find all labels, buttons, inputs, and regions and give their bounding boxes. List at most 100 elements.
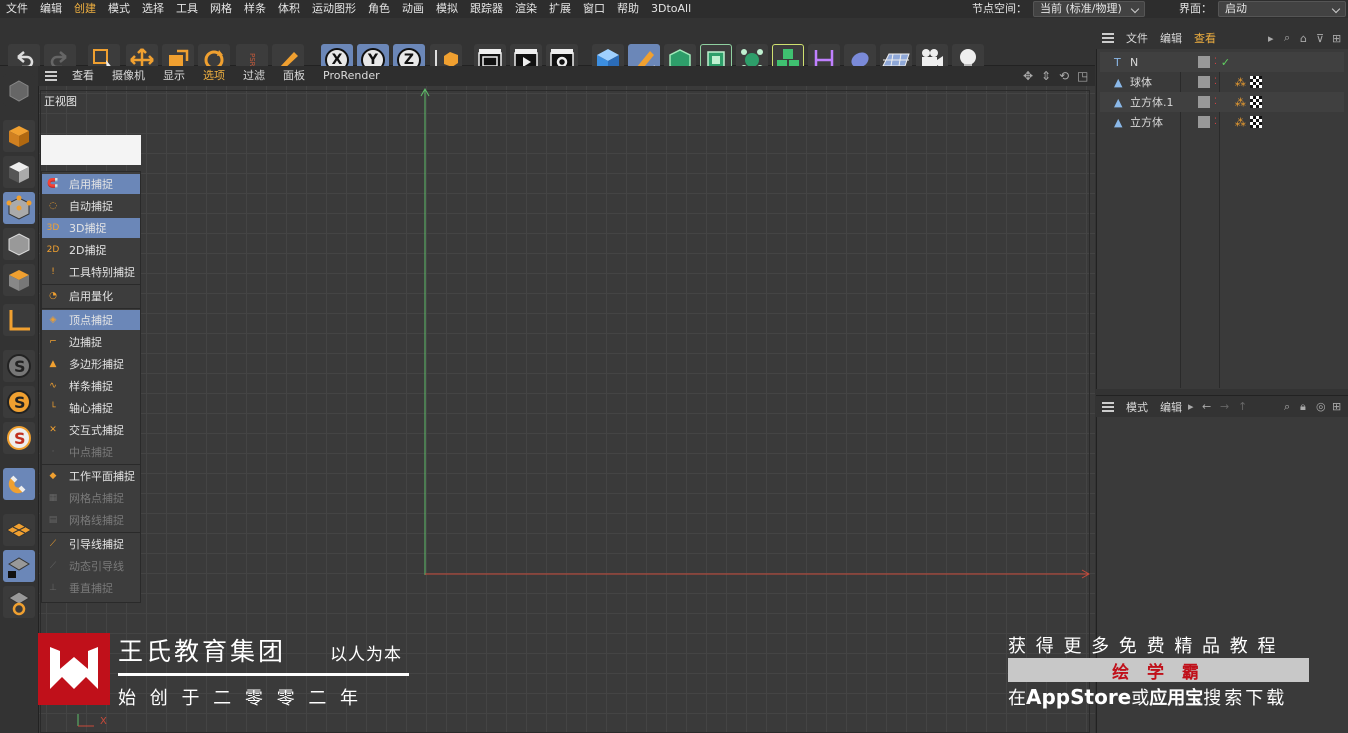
- texture-mode-button[interactable]: [3, 156, 35, 188]
- attribute-tab-mode[interactable]: 模式: [1120, 399, 1154, 415]
- snap-item-perpendicular[interactable]: ⊥ 垂直捕捉: [42, 578, 140, 598]
- snap-item-workplane[interactable]: ◆ 工作平面捕捉: [42, 466, 140, 486]
- menu-select[interactable]: 选择: [136, 0, 170, 18]
- expand-arrow-icon[interactable]: ▸: [1268, 32, 1284, 45]
- snap-toggle-button[interactable]: [3, 468, 35, 500]
- snap-item-edge[interactable]: ⌐ 边捕捉: [42, 332, 140, 352]
- viewport-menu-cameras[interactable]: 摄像机: [103, 66, 154, 86]
- attribute-tab-edit[interactable]: 编辑: [1154, 399, 1188, 415]
- point-mode-button[interactable]: [3, 192, 35, 224]
- material-tag-icon[interactable]: ⁂: [1235, 96, 1246, 109]
- edge-mode-button[interactable]: [3, 228, 35, 260]
- back-arrow-icon[interactable]: ←: [1202, 400, 1220, 413]
- object-row-sphere[interactable]: ▲ 球体 ⁚ ⁂: [1100, 72, 1344, 92]
- viewport-menu-options[interactable]: 选项: [194, 66, 234, 86]
- viewport-menu-filter[interactable]: 过滤: [234, 66, 274, 86]
- viewport-hamburger-icon[interactable]: [45, 71, 63, 81]
- expand-arrow-icon[interactable]: ▸: [1188, 400, 1202, 413]
- visibility-toggle-icon[interactable]: [1198, 56, 1210, 68]
- viewport-maximize-icon[interactable]: ◳: [1077, 69, 1095, 83]
- object-manager-tab-edit[interactable]: 编辑: [1154, 30, 1188, 46]
- snap-item-vertex[interactable]: ◈ 顶点捕捉: [42, 310, 140, 330]
- lock-icon[interactable]: 🔒︎: [1300, 400, 1316, 414]
- snap-item-grid-line[interactable]: ▤ 网格线捕捉: [42, 510, 140, 530]
- node-space-select[interactable]: 当前 (标准/物理): [1033, 1, 1145, 17]
- menu-volume[interactable]: 体积: [272, 0, 306, 18]
- object-row-cube-1[interactable]: ▲ 立方体.1 ⁚ ⁂: [1100, 92, 1344, 112]
- texture-tag-icon[interactable]: [1249, 96, 1262, 108]
- visibility-toggle-icon[interactable]: [1198, 96, 1210, 108]
- object-row-cube[interactable]: ▲ 立方体 ⁚ ⁂: [1100, 112, 1344, 132]
- menu-mesh[interactable]: 网格: [204, 0, 238, 18]
- solo-button-2[interactable]: S: [3, 386, 35, 418]
- menu-render[interactable]: 渲染: [509, 0, 543, 18]
- snap-item-auto-snap[interactable]: ◌ 自动捕捉: [42, 196, 140, 216]
- viewport-pan-icon[interactable]: ✥: [1023, 69, 1041, 83]
- snap-item-guide[interactable]: ⟋ 引导线捕捉: [42, 534, 140, 554]
- snap-item-dynamic-guide[interactable]: ⟋ 动态引导线: [42, 556, 140, 576]
- snap-item-axis[interactable]: └ 轴心捕捉: [42, 398, 140, 418]
- menu-mode[interactable]: 模式: [102, 0, 136, 18]
- render-dots-icon[interactable]: ⁚: [1214, 77, 1217, 87]
- snap-item-midpoint[interactable]: · 中点捕捉: [42, 442, 140, 462]
- menu-animate[interactable]: 动画: [396, 0, 430, 18]
- viewport-menu-view[interactable]: 查看: [63, 66, 103, 86]
- render-dots-icon[interactable]: ⁚: [1214, 97, 1217, 107]
- menu-window[interactable]: 窗口: [577, 0, 611, 18]
- menu-3dtoall[interactable]: 3DtoAll: [645, 0, 697, 18]
- object-row-text-n[interactable]: T N ⁚ ✓: [1100, 52, 1344, 72]
- render-dots-icon[interactable]: ⁚: [1214, 117, 1217, 127]
- axis-mode-button[interactable]: [3, 304, 35, 336]
- menu-extensions[interactable]: 扩展: [543, 0, 577, 18]
- material-tag-icon[interactable]: ⁂: [1235, 76, 1246, 89]
- target-icon[interactable]: ◎: [1316, 400, 1332, 413]
- viewport-menu-prorender[interactable]: ProRender: [314, 66, 389, 86]
- menu-tools[interactable]: 工具: [170, 0, 204, 18]
- visibility-toggle-icon[interactable]: [1198, 76, 1210, 88]
- make-editable-button[interactable]: [3, 74, 35, 106]
- viewport-orbit-icon[interactable]: ⟲: [1059, 69, 1077, 83]
- texture-tag-icon[interactable]: [1249, 116, 1262, 128]
- snap-item-tool-snap[interactable]: ! 工具特别捕捉: [42, 262, 140, 282]
- forward-arrow-icon[interactable]: →: [1220, 400, 1238, 413]
- menu-tracker[interactable]: 跟踪器: [464, 0, 509, 18]
- solo-button-3[interactable]: S: [3, 422, 35, 454]
- snap-item-3d-snap[interactable]: 3D 3D捕捉: [42, 218, 140, 238]
- object-manager-tab-file[interactable]: 文件: [1120, 30, 1154, 46]
- menu-file[interactable]: 文件: [0, 0, 34, 18]
- snap-item-grid-point[interactable]: ▦ 网格点捕捉: [42, 488, 140, 508]
- render-dots-icon[interactable]: ⁚: [1214, 57, 1217, 67]
- menu-mograph[interactable]: 运动图形: [306, 0, 362, 18]
- solo-button-1[interactable]: S: [3, 350, 35, 382]
- search-icon[interactable]: ⌕: [1284, 400, 1300, 414]
- snap-item-polygon[interactable]: ▲ 多边形捕捉: [42, 354, 140, 374]
- visibility-toggle-icon[interactable]: [1198, 116, 1210, 128]
- layout-select[interactable]: 启动: [1218, 1, 1346, 17]
- viewport-dolly-icon[interactable]: ⇕: [1041, 69, 1059, 83]
- new-window-icon[interactable]: ⊞: [1332, 32, 1348, 45]
- lock-workplane-button[interactable]: [3, 550, 35, 582]
- polygon-mode-button[interactable]: [3, 264, 35, 296]
- new-window-icon[interactable]: ⊞: [1332, 400, 1348, 413]
- align-workplane-button[interactable]: [3, 586, 35, 618]
- viewport-menu-display[interactable]: 显示: [154, 66, 194, 86]
- enabled-check-icon[interactable]: ✓: [1221, 56, 1230, 69]
- menu-character[interactable]: 角色: [362, 0, 396, 18]
- snap-item-quantize[interactable]: ◔ 启用量化: [42, 286, 140, 306]
- material-tag-icon[interactable]: ⁂: [1235, 116, 1246, 129]
- menu-help[interactable]: 帮助: [611, 0, 645, 18]
- snap-item-2d-snap[interactable]: 2D 2D捕捉: [42, 240, 140, 260]
- object-manager-tab-view[interactable]: 查看: [1188, 30, 1222, 46]
- snap-item-enable-snap[interactable]: 🧲 启用捕捉: [42, 174, 140, 194]
- snap-item-spline[interactable]: ∿ 样条捕捉: [42, 376, 140, 396]
- model-mode-button[interactable]: [3, 120, 35, 152]
- workplane-button[interactable]: [3, 514, 35, 546]
- texture-tag-icon[interactable]: [1249, 76, 1262, 88]
- home-icon[interactable]: ⌂: [1300, 32, 1316, 45]
- menu-edit[interactable]: 编辑: [34, 0, 68, 18]
- viewport-menu-panel[interactable]: 面板: [274, 66, 314, 86]
- search-icon[interactable]: ⌕: [1284, 31, 1300, 45]
- up-arrow-icon[interactable]: ↑: [1238, 400, 1256, 413]
- object-manager-menu-icon[interactable]: [1102, 33, 1120, 43]
- snap-item-intersection[interactable]: ✕ 交互式捕捉: [42, 420, 140, 440]
